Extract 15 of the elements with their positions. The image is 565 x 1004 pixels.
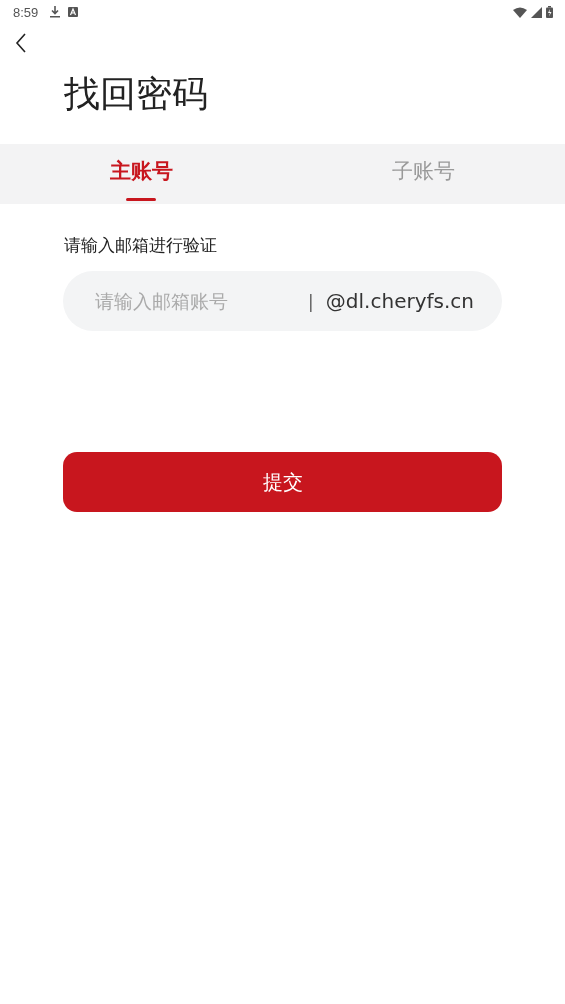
app-icon (68, 7, 79, 17)
email-suffix: @dl.cheryfs.cn (325, 289, 474, 313)
separator: | (307, 290, 314, 312)
status-time: 8:59 (13, 4, 39, 20)
submit-button[interactable]: 提交 (63, 452, 502, 512)
download-icon (50, 6, 61, 18)
email-field[interactable]: 请输入邮箱账号 | @dl.cheryfs.cn (63, 271, 502, 331)
wifi-icon (513, 6, 527, 18)
back-button[interactable] (14, 33, 28, 53)
signal-icon (531, 6, 542, 18)
field-label: 请输入邮箱进行验证 (64, 234, 218, 257)
battery-icon (546, 6, 553, 18)
page-title: 找回密码 (64, 72, 209, 116)
email-input[interactable]: 请输入邮箱账号 (93, 289, 302, 313)
tab[interactable]: 主账号 (0, 144, 283, 204)
